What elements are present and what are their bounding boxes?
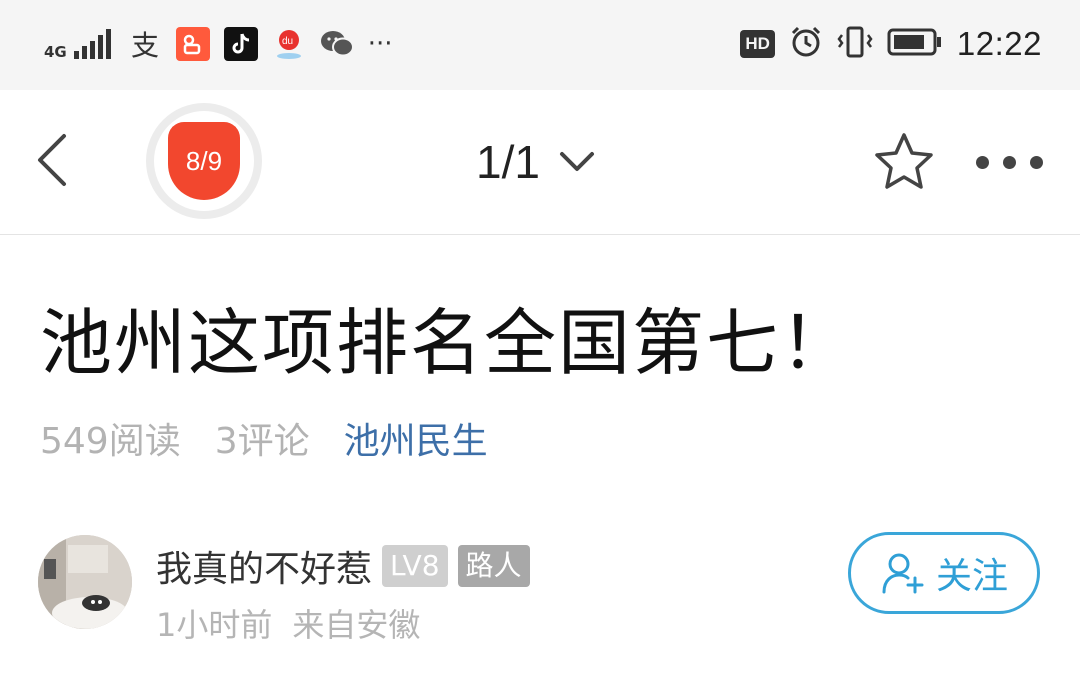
article-title: 池州这项排名全国第七！	[40, 301, 855, 385]
alarm-icon	[789, 25, 823, 63]
rank-badge: 路人	[457, 545, 530, 587]
signal-icon: 4G	[44, 27, 114, 61]
vibrate-icon	[837, 25, 873, 63]
tiktok-icon	[223, 27, 258, 61]
more-icon-dot	[1030, 155, 1043, 169]
more-icon	[976, 155, 989, 169]
back-button[interactable]	[30, 128, 80, 192]
add-user-icon	[882, 553, 924, 594]
status-right: HD 12:22	[740, 24, 1042, 64]
more-button[interactable]	[976, 148, 1048, 176]
kuaishou-icon	[175, 27, 210, 61]
read-count: 549阅读	[40, 421, 181, 462]
more-icon-dot	[1003, 155, 1016, 169]
follow-button[interactable]: 关注	[848, 532, 1040, 614]
svg-text:支: 支	[131, 29, 159, 61]
more-notifications-icon: ···	[367, 29, 393, 59]
progress-badge: 8/9	[168, 122, 240, 200]
author-name[interactable]: 我真的不好惹	[156, 540, 372, 592]
status-left: 4G 支 du ···	[44, 24, 393, 64]
top-nav-bar: 8/9 1/1	[0, 90, 1080, 235]
baidu-maps-icon: du	[272, 27, 306, 61]
page-selector[interactable]: 1/1	[476, 134, 596, 190]
back-chevron-icon	[38, 134, 66, 186]
reading-progress-badge[interactable]: 8/9	[146, 103, 262, 219]
favorite-button[interactable]	[872, 130, 936, 194]
author-subinfo: 1小时前 来自安徽	[156, 600, 420, 646]
wechat-icon	[320, 27, 354, 61]
topic-link[interactable]: 池州民生	[344, 412, 488, 464]
network-type: 4G	[44, 43, 67, 61]
article-meta: 549阅读 3评论 池州民生	[40, 413, 488, 463]
star-icon	[875, 133, 933, 189]
progress-badge-text: 8/9	[185, 145, 223, 176]
progress-ring-inner: 8/9	[154, 111, 254, 211]
hd-icon: HD	[740, 30, 775, 58]
comment-count[interactable]: 3评论	[215, 412, 310, 464]
status-bar: 4G 支 du ··· HD 12:22	[0, 0, 1080, 90]
clock: 12:22	[956, 25, 1042, 62]
author-name-row: 我真的不好惹 LV8 路人	[156, 540, 530, 592]
battery-icon	[887, 27, 943, 61]
level-badge: LV8	[382, 545, 448, 587]
svg-text:du: du	[282, 36, 293, 47]
avatar[interactable]	[38, 535, 132, 629]
chevron-down-icon	[559, 152, 594, 171]
post-time: 1小时前	[156, 606, 273, 644]
follow-label: 关注	[935, 556, 1008, 597]
alipay-icon: 支	[128, 27, 162, 61]
post-location: 来自安徽	[292, 606, 421, 644]
page-indicator-text: 1/1	[476, 136, 540, 188]
